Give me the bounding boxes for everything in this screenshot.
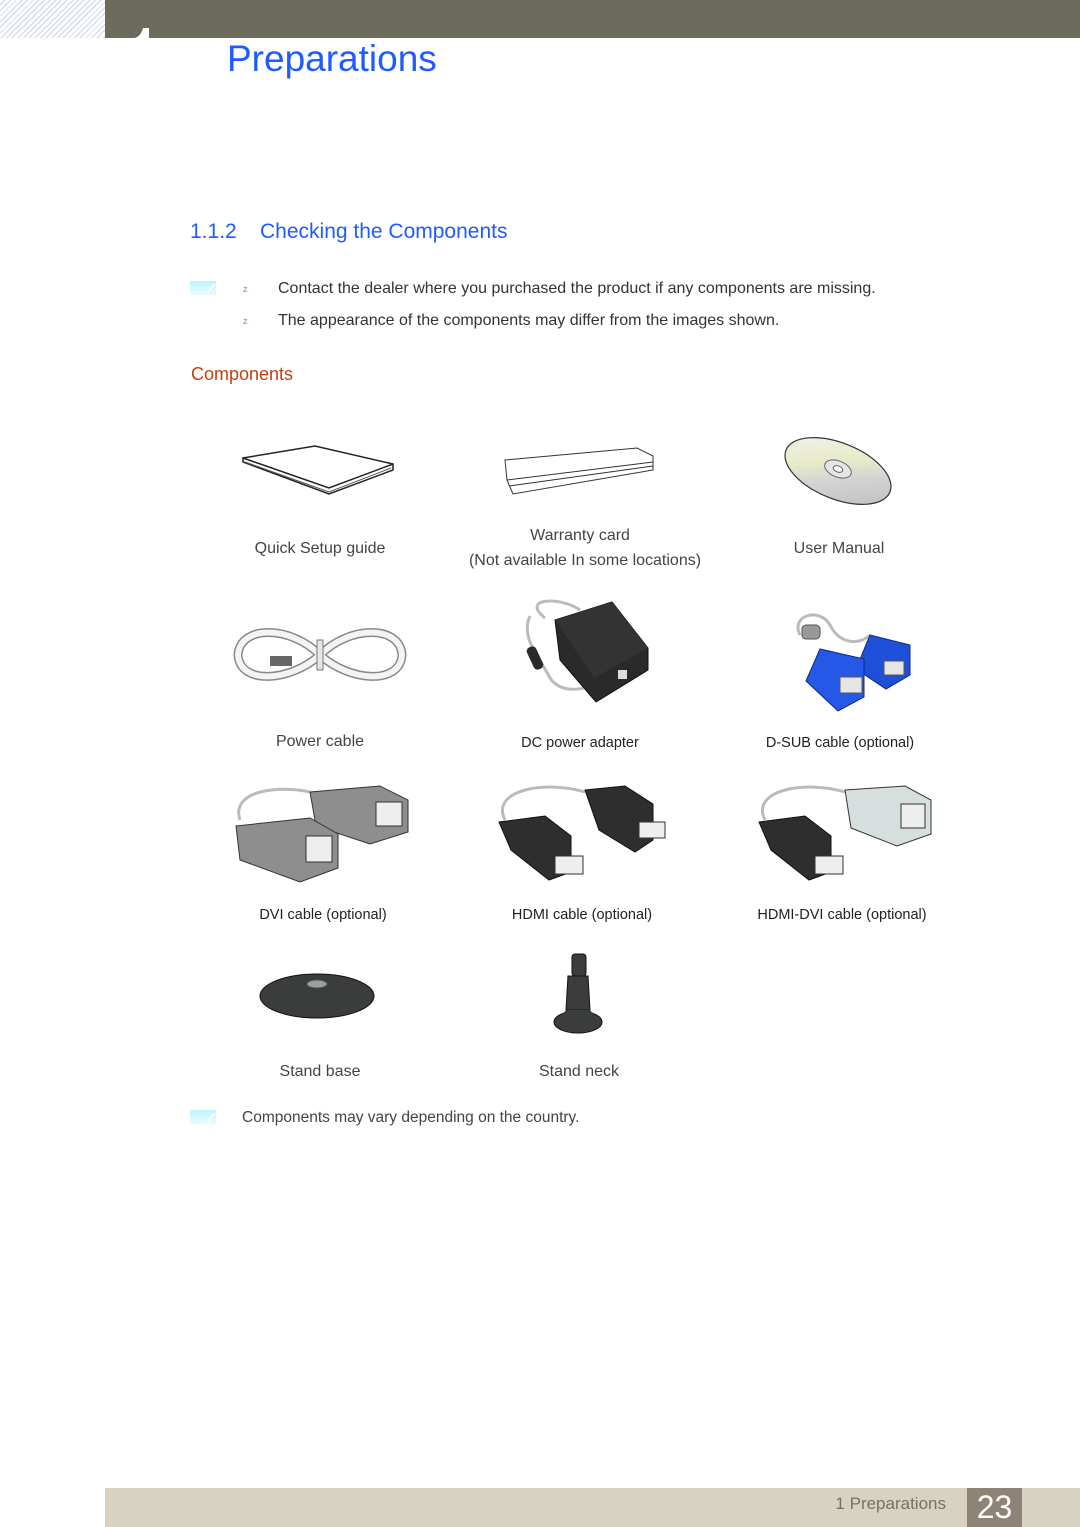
power-cable-icon	[233, 628, 407, 681]
page-number: 23	[967, 1488, 1022, 1527]
section-title: 1.1.2 Checking the Components	[190, 220, 507, 244]
warranty-card-image	[450, 440, 710, 500]
dsub-cable-icon	[796, 613, 911, 712]
cd-disc-icon	[784, 437, 892, 505]
components-heading: Components	[191, 364, 294, 384]
note-item: z Contact the dealer where you purchased …	[243, 280, 876, 298]
stand-neck-icon	[553, 953, 603, 1034]
dsub-cable-image	[710, 605, 970, 715]
dc-power-adapter-icon	[525, 599, 649, 703]
dc-power-adapter-label: DC power adapter	[521, 735, 639, 751]
warranty-card-icon	[504, 447, 654, 495]
bullet-marker: z	[243, 283, 248, 294]
user-manual-label: User Manual	[793, 540, 885, 557]
dsub-cable-label: D-SUB cable (optional)	[765, 735, 915, 751]
quick-setup-guide-booklet-icon	[242, 445, 394, 495]
user-manual-cd-image	[708, 436, 968, 506]
chapter-title: Preparations	[227, 38, 437, 79]
hdmi-dvi-cable-label: HDMI-DVI cable (optional)	[757, 907, 927, 923]
dvi-cable-image	[190, 780, 450, 890]
stand-neck-label: Stand neck	[538, 1063, 620, 1080]
dvi-cable-icon	[235, 785, 409, 883]
note-icon	[190, 281, 216, 295]
footer-chapter-label: 1 Preparations	[835, 1494, 946, 1513]
stand-base-icon	[259, 973, 375, 1019]
hdmi-cable-icon	[498, 785, 666, 881]
stand-base-image	[187, 968, 447, 1023]
section-title-text: Checking the Components	[260, 220, 508, 243]
hdmi-cable-image	[450, 780, 710, 890]
quick-setup-guide-label: Quick Setup guide	[254, 540, 386, 557]
header-bar	[105, 0, 1080, 38]
header-hatch-decoration	[0, 0, 105, 38]
stand-neck-image	[449, 950, 709, 1036]
power-cable-label: Power cable	[275, 733, 365, 750]
note-text: Contact the dealer where you purchased t…	[278, 280, 876, 297]
dc-power-adapter-image	[450, 598, 710, 708]
header-notch-decoration	[105, 28, 149, 38]
hdmi-cable-label: HDMI cable (optional)	[511, 907, 653, 923]
hdmi-dvi-cable-image	[710, 780, 970, 890]
warranty-card-sublabel: (Not available In some locations)	[468, 552, 702, 569]
warranty-card-label: Warranty card	[530, 527, 630, 544]
note-item: z The appearance of the components may di…	[243, 312, 779, 330]
components-footnote: Components may vary depending on the cou…	[242, 1109, 580, 1126]
power-cable-image	[190, 620, 450, 690]
section-number: 1.1.2	[190, 220, 237, 243]
stand-base-label: Stand base	[279, 1063, 361, 1080]
quick-setup-guide-image	[190, 440, 450, 500]
note-text: The appearance of the components may dif…	[278, 312, 780, 329]
bullet-marker: z	[243, 315, 248, 326]
hdmi-dvi-cable-icon	[758, 785, 932, 881]
dvi-cable-label: DVI cable (optional)	[259, 907, 387, 923]
note-icon	[190, 1110, 216, 1124]
